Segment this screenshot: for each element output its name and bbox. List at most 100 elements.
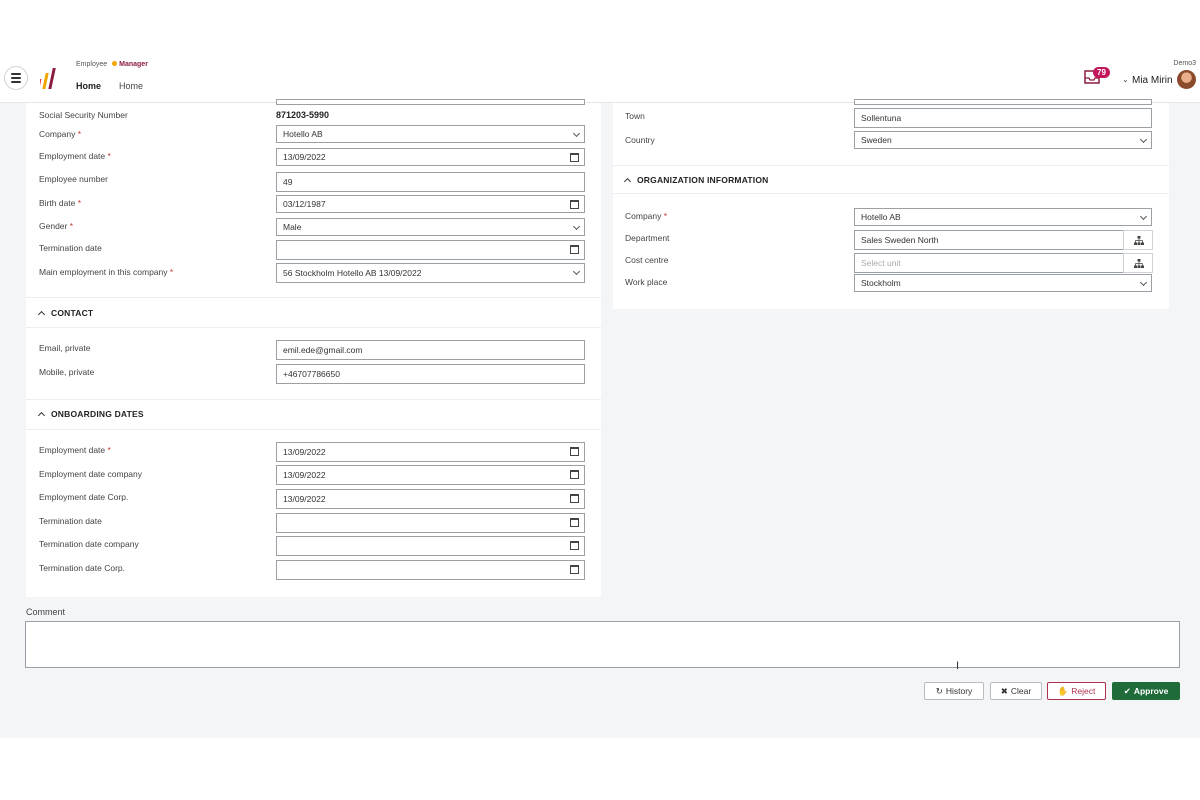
onb-employment-date-corp-input[interactable]: 13/09/2022 (276, 489, 585, 509)
organization-section-header[interactable]: ORGANIZATION INFORMATION (623, 175, 769, 186)
clear-button[interactable]: ✖ Clear (990, 682, 1042, 700)
chevron-down-icon (1139, 278, 1148, 287)
email-private-input[interactable]: emil.ede@gmail.com (276, 340, 585, 360)
birth-date-label: Birth date * (39, 198, 81, 208)
nav-home-active[interactable]: Home (76, 81, 101, 91)
gender-select-value: Male (283, 222, 302, 232)
work-place-select-value: Stockholm (861, 278, 901, 288)
gender-label: Gender * (39, 221, 73, 231)
reject-button-label: Reject (1071, 686, 1096, 696)
chevron-up-icon (37, 411, 46, 420)
onb-termination-date-label: Termination date (39, 516, 102, 526)
calendar-icon[interactable] (570, 153, 579, 162)
cost-centre-input[interactable]: Select unit (854, 253, 1124, 273)
clear-button-label: Clear (1010, 686, 1032, 696)
onboarding-section-title: ONBOARDING DATES (51, 409, 144, 419)
calendar-icon[interactable] (570, 470, 579, 479)
calendar-icon[interactable] (570, 494, 579, 503)
country-select[interactable]: Sweden (854, 131, 1152, 149)
calendar-icon[interactable] (570, 245, 579, 254)
section-divider (26, 399, 601, 400)
org-tree-icon (1134, 259, 1144, 268)
employee-number-input[interactable]: 49 (276, 172, 585, 192)
required-marker: * (107, 445, 111, 455)
field-above-hidden[interactable] (854, 99, 1152, 105)
contact-section-title: CONTACT (51, 308, 94, 318)
department-picker-button[interactable] (1123, 230, 1153, 250)
onb-employment-date-input[interactable]: 13/09/2022 (276, 442, 585, 462)
onb-employment-date-company-input[interactable]: 13/09/2022 (276, 465, 585, 485)
birth-date-value: 03/12/1987 (283, 199, 326, 209)
country-select-value: Sweden (861, 135, 892, 145)
required-marker: * (69, 221, 74, 231)
department-label: Department (625, 233, 670, 243)
address-organization-panel: Town Sollentuna Country Sweden ORGANIZAT… (613, 99, 1169, 309)
main-employment-label: Main employment in this company * (39, 267, 173, 277)
required-marker: * (663, 211, 668, 221)
contact-section-header[interactable]: CONTACT (37, 308, 94, 319)
employment-date-input[interactable]: 13/09/2022 (276, 148, 585, 166)
onb-employment-date-company-value: 13/09/2022 (283, 470, 326, 480)
org-company-label: Company * (625, 211, 667, 221)
chevron-up-icon (37, 310, 46, 319)
onb-employment-date-label-text: Employment date (39, 445, 106, 455)
hamburger-menu-icon[interactable] (4, 66, 28, 90)
org-company-select-value: Hotello AB (861, 212, 901, 222)
onb-termination-date-company-input[interactable] (276, 536, 585, 556)
user-name[interactable]: Mia Mirin (1132, 75, 1173, 86)
active-role-dot-icon (112, 61, 118, 66)
department-input[interactable]: Sales Sweden North (854, 230, 1124, 250)
termination-date-label: Termination date (39, 243, 102, 253)
calendar-icon[interactable] (570, 541, 579, 550)
onb-termination-date-input[interactable] (276, 513, 585, 533)
onb-termination-date-corp-input[interactable] (276, 560, 585, 580)
birth-date-input[interactable]: 03/12/1987 (276, 195, 585, 213)
history-icon: ↻ (935, 685, 943, 696)
org-tree-icon (1134, 236, 1144, 245)
role-employee[interactable]: Employee (76, 61, 107, 68)
field-above-hidden[interactable] (276, 99, 585, 105)
approve-button[interactable]: ✔ Approve (1112, 682, 1180, 700)
history-button[interactable]: ↻ History (924, 682, 984, 700)
onb-employment-date-company-label: Employment date company (39, 469, 142, 479)
mobile-private-label: Mobile, private (39, 367, 95, 377)
main-employment-select[interactable]: 56 Stockholm Hotello AB 13/09/2022 (276, 263, 585, 283)
onb-employment-date-corp-label: Employment date Corp. (39, 492, 129, 502)
chevron-up-icon (623, 177, 632, 186)
calendar-icon[interactable] (570, 200, 579, 209)
calendar-icon[interactable] (570, 565, 579, 574)
calendar-icon[interactable] (570, 447, 579, 456)
country-label: Country (625, 135, 655, 145)
role-switcher: Employee Manager (76, 61, 148, 68)
avatar[interactable] (1177, 70, 1196, 89)
employment-date-label-text: Employment date (39, 151, 106, 161)
company-label-text: Company (39, 129, 76, 139)
town-input[interactable]: Sollentuna (854, 108, 1152, 128)
mobile-private-input[interactable]: +46707786650 (276, 364, 585, 384)
section-divider (26, 297, 601, 298)
required-marker: * (169, 267, 174, 277)
ssn-label: Social Security Number (39, 110, 128, 120)
role-manager[interactable]: Manager (112, 61, 148, 68)
section-divider (613, 193, 1169, 194)
org-company-select[interactable]: Hotello AB (854, 208, 1152, 226)
reject-button[interactable]: ✋ Reject (1047, 682, 1106, 700)
onb-termination-date-company-label: Termination date company (39, 539, 139, 549)
chevron-down-icon (1139, 135, 1148, 144)
close-icon: ✖ (1000, 685, 1008, 696)
termination-date-input[interactable] (276, 240, 585, 260)
nav-home[interactable]: Home (119, 81, 143, 91)
onboarding-section-header[interactable]: ONBOARDING DATES (37, 409, 144, 420)
comment-textarea[interactable] (25, 621, 1180, 668)
check-icon: ✔ (1123, 685, 1131, 696)
birth-date-label-text: Birth date (39, 198, 76, 208)
company-select-value: Hotello AB (283, 129, 323, 139)
cost-centre-picker-button[interactable] (1123, 253, 1153, 273)
company-select[interactable]: Hotello AB (276, 125, 585, 143)
gender-select[interactable]: Male (276, 218, 585, 236)
history-button-label: History (945, 686, 973, 696)
work-place-select[interactable]: Stockholm (854, 274, 1152, 292)
organization-section-title: ORGANIZATION INFORMATION (637, 175, 769, 185)
calendar-icon[interactable] (570, 518, 579, 527)
chevron-down-icon[interactable]: ⌄ (1122, 75, 1129, 84)
